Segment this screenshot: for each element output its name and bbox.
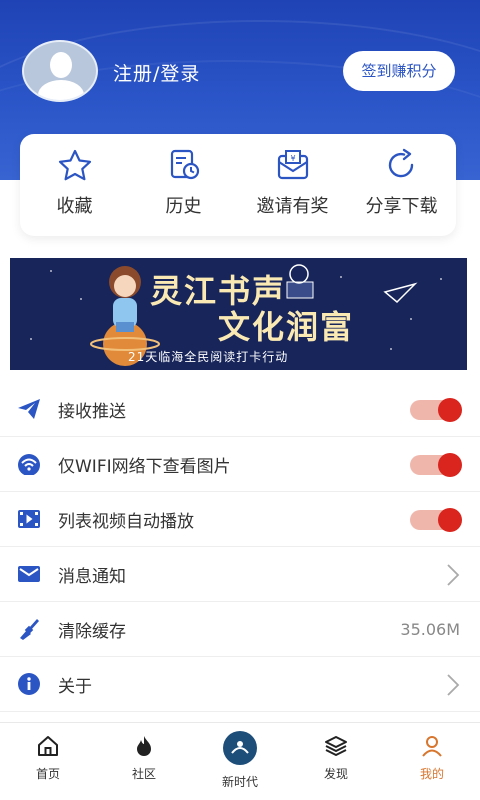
tab-label: 发现 [323,767,348,781]
setting-label: 关于 [58,676,92,697]
promo-banner[interactable]: 灵江书声 文化润富 21天临海全民阅读打卡行动 [10,258,467,370]
setting-row-receive-push[interactable]: 接收推送 [0,382,480,437]
quick-actions-card: 收藏 历史 ¥ 邀请有奖 分享下载 [20,134,456,236]
video-play-icon [16,506,42,532]
chevron-right-icon [447,563,460,586]
tab-label: 新时代 [221,775,258,789]
quick-action-label: 收藏 [56,196,93,217]
share-icon [388,148,413,178]
avatar-head-shape [50,52,72,78]
quick-action-share[interactable]: 分享下载 [347,134,456,236]
settings-list: 接收推送 仅WIFI网络下查看图片 列表视频自动播放 消息通知 清除缓存 35.… [0,382,480,712]
history-icon [170,149,199,180]
mail-icon [16,561,42,587]
avatar[interactable] [22,40,98,102]
setting-label: 消息通知 [58,566,126,587]
quick-action-label: 历史 [165,196,202,217]
toggle-knob [438,397,462,422]
paper-plane-icon [16,396,42,422]
setting-label: 仅WIFI网络下查看图片 [58,456,231,477]
quick-action-label: 邀请有奖 [256,196,329,217]
login-link[interactable]: 注册/登录 [113,59,200,86]
community-flame-icon [137,736,151,756]
banner-title-line2: 文化润富 [218,308,355,346]
quick-action-invite[interactable]: ¥ 邀请有奖 [238,134,347,236]
home-icon [38,736,58,756]
setting-label: 列表视频自动播放 [58,511,194,532]
invite-envelope-icon: ¥ [277,150,308,180]
setting-label: 清除缓存 [58,621,126,642]
tab-label: 首页 [35,767,60,781]
tab-community[interactable]: 社区 [96,723,192,800]
tab-mine[interactable]: 我的 [384,723,480,800]
setting-label: 接收推送 [58,401,126,422]
new-era-logo-icon [223,731,257,765]
chevron-right-icon [447,673,460,696]
tab-new-era[interactable]: 新时代 [192,723,288,800]
profile-icon [422,736,442,757]
setting-row-notifications[interactable]: 消息通知 [0,547,480,602]
signin-earn-points-button[interactable]: 签到赚积分 [343,51,455,91]
wifi-icon [16,451,42,477]
setting-row-clear-cache[interactable]: 清除缓存 35.06M [0,602,480,657]
info-icon [16,671,42,697]
svg-text:¥: ¥ [290,154,295,163]
broom-icon [16,616,42,642]
avatar-body-shape [38,80,84,100]
cache-size-value: 35.06M [400,620,460,639]
quick-action-favorites[interactable]: 收藏 [20,134,129,236]
star-icon [58,149,91,181]
receive-push-toggle[interactable] [410,397,462,422]
tab-home[interactable]: 首页 [0,723,96,800]
quick-action-history[interactable]: 历史 [129,134,238,236]
tab-discover[interactable]: 发现 [288,723,384,800]
tab-label: 我的 [419,767,444,781]
wifi-images-toggle[interactable] [410,452,462,477]
banner-subtitle: 21天临海全民阅读打卡行动 [128,350,289,364]
toggle-knob [438,452,462,477]
quick-action-label: 分享下载 [365,196,438,217]
tab-label: 社区 [131,767,156,781]
bottom-tab-bar: 首页 社区 新时代 发现 我的 [0,722,480,800]
discover-layers-icon [325,736,347,756]
autoplay-video-toggle[interactable] [410,507,462,532]
setting-row-autoplay-video[interactable]: 列表视频自动播放 [0,492,480,547]
setting-row-wifi-images[interactable]: 仅WIFI网络下查看图片 [0,437,480,492]
toggle-knob [438,507,462,532]
setting-row-about[interactable]: 关于 [0,657,480,712]
